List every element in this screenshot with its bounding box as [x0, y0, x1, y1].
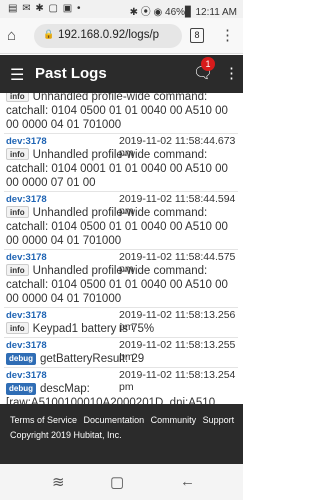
- tab-count-button[interactable]: 8: [190, 28, 204, 43]
- home-button-icon[interactable]: ▢: [110, 473, 124, 491]
- footer-link-terms[interactable]: Terms of Service: [10, 415, 77, 425]
- copyright-text: Copyright 2019 Hubitat, Inc.: [10, 430, 122, 440]
- log-entry-meta: dev:3178 2019-11-02 11:58:44.594 pm: [4, 192, 238, 217]
- log-timestamp: 2019-11-02 11:58:44.673 pm: [119, 135, 236, 159]
- page-title: Past Logs: [35, 65, 107, 82]
- log-device-link[interactable]: dev:3178: [6, 252, 47, 263]
- log-timestamp: 2019-11-02 11:58:44.594 pm: [119, 193, 236, 217]
- log-device-link[interactable]: dev:3178: [6, 136, 47, 147]
- log-level-badge: info: [6, 322, 29, 334]
- log-entry-meta: dev:3178 2019-11-02 11:58:13.255 pm: [4, 338, 238, 363]
- browser-toolbar: ⌂ 🔒 192.168.0.92/logs/p 8 ⋮: [0, 18, 243, 54]
- lock-icon: 🔒: [43, 29, 55, 39]
- log-level-badge: debug: [6, 383, 36, 395]
- footer-link-support[interactable]: Support: [203, 415, 235, 425]
- app-header: ☰ Past Logs 🗨 1 ⋮: [0, 55, 243, 93]
- log-device-link[interactable]: dev:3178: [6, 340, 47, 351]
- log-entry-meta: dev:3178 2019-11-02 11:58:13.254 pm: [4, 368, 238, 393]
- log-timestamp: 2019-11-02 11:58:44.575 pm: [119, 251, 236, 275]
- log-entry: info Unhandled profile-wide command: catc…: [4, 93, 238, 133]
- log-level-badge: debug: [6, 353, 36, 365]
- log-timestamp: 2019-11-02 11:58:13.254 pm: [119, 369, 236, 393]
- log-entry: dev:3178 2019-11-02 11:58:44.594 pm info Un…: [4, 191, 238, 249]
- back-icon[interactable]: ←: [180, 473, 195, 490]
- log-entry-meta: dev:3178 2019-11-02 11:58:44.673 pm: [4, 134, 238, 159]
- log-timestamp: 2019-11-02 11:58:13.255 pm: [119, 339, 236, 363]
- status-notification-icons: ▤ ✉ ✱ ▢ ▣ •: [8, 3, 82, 14]
- log-level-badge: info: [6, 93, 29, 102]
- status-bar: ▤ ✉ ✱ ▢ ▣ • ✱ ⦿ ◉ 46%▊ 12:11 AM: [0, 0, 243, 18]
- url-text: 192.168.0.92/logs/p: [58, 29, 160, 41]
- recents-icon[interactable]: ≋: [52, 473, 65, 491]
- more-vert-icon[interactable]: ⋮: [224, 64, 239, 82]
- log-timestamp: 2019-11-02 11:58:13.256 pm: [119, 309, 236, 333]
- log-level-badge: info: [6, 148, 29, 160]
- log-entry: dev:3178 2019-11-02 11:58:44.575 pm info Un…: [4, 249, 238, 307]
- log-entry: dev:3178 2019-11-02 11:58:13.255 pm debug g…: [4, 337, 238, 367]
- log-device-link[interactable]: dev:3178: [6, 194, 47, 205]
- log-device-link[interactable]: dev:3178: [6, 370, 47, 381]
- log-entry: dev:3178 2019-11-02 11:58:13.254 pm debug d…: [4, 367, 238, 404]
- browser-menu-icon[interactable]: ⋮: [220, 26, 235, 44]
- log-level-badge: info: [6, 206, 29, 218]
- log-message: Unhandled profile-wide command: catchall…: [6, 93, 228, 131]
- log-level-badge: info: [6, 264, 29, 276]
- footer-link-community[interactable]: Community: [151, 415, 197, 425]
- log-message-row: info Unhandled profile-wide command: catc…: [4, 93, 238, 133]
- footer-link-documentation[interactable]: Documentation: [84, 415, 145, 425]
- log-list[interactable]: info Unhandled profile-wide command: catc…: [0, 93, 243, 404]
- menu-icon[interactable]: ☰: [10, 65, 24, 85]
- home-icon[interactable]: ⌂: [7, 27, 16, 44]
- log-entry-meta: dev:3178 2019-11-02 11:58:13.256 pm: [4, 308, 238, 333]
- notification-badge: 1: [201, 57, 215, 71]
- status-system-info: ✱ ⦿ ◉ 46%▊ 12:11 AM: [129, 7, 237, 18]
- log-entry: dev:3178 2019-11-02 11:58:13.256 pm info Ke…: [4, 307, 238, 337]
- log-entry: dev:3178 2019-11-02 11:58:44.673 pm info Un…: [4, 133, 238, 191]
- log-entry-meta: dev:3178 2019-11-02 11:58:44.575 pm: [4, 250, 238, 275]
- log-device-link[interactable]: dev:3178: [6, 310, 47, 321]
- site-footer: Terms of Service Documentation Community…: [0, 404, 243, 464]
- url-field[interactable]: 🔒 192.168.0.92/logs/p: [34, 24, 182, 48]
- footer-links: Terms of Service Documentation Community…: [10, 415, 238, 425]
- android-nav-bar: ≋ ▢ ←: [0, 464, 243, 500]
